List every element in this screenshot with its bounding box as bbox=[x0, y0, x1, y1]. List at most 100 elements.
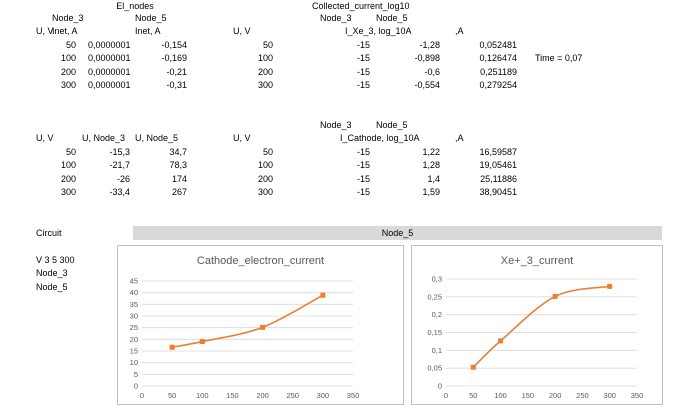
table-cell[interactable]: 0,0000001 bbox=[88, 66, 131, 78]
circuit-banner-label: Node_5 bbox=[381, 228, 414, 238]
x-tick-label: 100 bbox=[196, 391, 209, 400]
table-cell[interactable]: 100 bbox=[36, 52, 76, 64]
table-cell[interactable]: -0,6 bbox=[400, 66, 440, 78]
data-point bbox=[498, 338, 504, 344]
table1-node5-header[interactable]: Node_5 bbox=[135, 12, 167, 24]
table3-unode3-header[interactable]: U, Node_3 bbox=[82, 132, 125, 144]
table-cell[interactable]: -21,7 bbox=[82, 159, 130, 171]
table-cell[interactable]: 78,3 bbox=[135, 159, 187, 171]
table2-ixe-header[interactable]: I_Xe_3, log_10A bbox=[345, 25, 412, 37]
table-cell[interactable]: 1,22 bbox=[400, 146, 440, 158]
table-cell[interactable]: 50 bbox=[233, 39, 273, 51]
circuit-banner[interactable]: Node_5 bbox=[133, 226, 662, 240]
xe-chart[interactable]: Xe+_3_current 0 0,05 0,1 0,15 0,2 0,25 0,3 0 50 1… bbox=[411, 245, 663, 405]
table1-node3-header[interactable]: Node_3 bbox=[52, 12, 84, 24]
table-cell[interactable]: 0,0000001 bbox=[88, 52, 131, 64]
table-cell[interactable]: 200 bbox=[233, 173, 273, 185]
time-label[interactable]: Time = 0,07 bbox=[535, 52, 582, 64]
table-cell[interactable]: -15 bbox=[330, 146, 370, 158]
table3-u-header[interactable]: U, V bbox=[36, 132, 54, 144]
table-cell[interactable]: 200 bbox=[36, 173, 76, 185]
x-tick-label: 100 bbox=[494, 391, 507, 400]
table-cell[interactable]: 1,28 bbox=[400, 159, 440, 171]
table-cell[interactable]: 200 bbox=[36, 66, 76, 78]
data-point bbox=[260, 324, 266, 330]
table-cell[interactable]: 300 bbox=[233, 186, 273, 198]
table-cell[interactable]: -15 bbox=[330, 66, 370, 78]
table-cell[interactable]: -0,169 bbox=[135, 52, 187, 64]
table-cell[interactable]: 0,126474 bbox=[455, 52, 517, 64]
table-cell[interactable]: -1,28 bbox=[400, 39, 440, 51]
table-cell[interactable]: 0,279254 bbox=[455, 79, 517, 91]
y-tick-label: 0,25 bbox=[427, 292, 442, 301]
table-cell[interactable]: -0,554 bbox=[400, 79, 440, 91]
table-cell[interactable]: 50 bbox=[36, 39, 76, 51]
table-cell[interactable]: -0,21 bbox=[135, 66, 187, 78]
x-tick-label: 150 bbox=[522, 391, 535, 400]
data-point bbox=[320, 292, 326, 298]
table-cell[interactable]: 19,05461 bbox=[455, 159, 517, 171]
data-point bbox=[607, 283, 613, 289]
cathode-chart[interactable]: Cathode_electron_current 0 5 10 15 20 25 30 35 4… bbox=[117, 245, 404, 405]
table-cell[interactable]: -26 bbox=[82, 173, 130, 185]
table-cell[interactable]: 34,7 bbox=[135, 146, 187, 158]
y-tick-label: 0 bbox=[134, 382, 138, 391]
table-cell[interactable]: -15,3 bbox=[82, 146, 130, 158]
table-cell[interactable]: -0,31 bbox=[135, 79, 187, 91]
table-cell[interactable]: 1,4 bbox=[400, 173, 440, 185]
table-cell[interactable]: 50 bbox=[233, 146, 273, 158]
table-cell[interactable]: -33,4 bbox=[82, 186, 130, 198]
table-cell[interactable]: 100 bbox=[36, 159, 76, 171]
table-cell[interactable]: 0,0000001 bbox=[88, 39, 131, 51]
table-cell[interactable]: -15 bbox=[330, 173, 370, 185]
table2-a-header[interactable]: ,A bbox=[455, 25, 464, 37]
table-cell[interactable]: 0,251189 bbox=[455, 66, 517, 78]
x-tick-label: 350 bbox=[347, 391, 360, 400]
table-cell[interactable]: 38,90451 bbox=[455, 186, 517, 198]
table2-node5-header[interactable]: Node_5 bbox=[376, 12, 408, 24]
table-cell[interactable]: 0,052481 bbox=[455, 39, 517, 51]
table2-node3-header[interactable]: Node_3 bbox=[320, 12, 352, 24]
table1-u-header[interactable]: U, V bbox=[36, 25, 54, 37]
table-cell[interactable]: 267 bbox=[135, 186, 187, 198]
table4-u-header[interactable]: U, V bbox=[233, 132, 251, 144]
table-cell[interactable]: -15 bbox=[330, 159, 370, 171]
table-cell[interactable]: 50 bbox=[36, 146, 76, 158]
y-tick-label: 0,3 bbox=[432, 275, 442, 284]
table-cell[interactable]: 100 bbox=[233, 159, 273, 171]
table-cell[interactable]: -0,898 bbox=[400, 52, 440, 64]
table1-title[interactable]: El_nodes bbox=[100, 0, 170, 12]
table4-node5-header[interactable]: Node_5 bbox=[376, 119, 408, 131]
x-tick-label: 0 bbox=[444, 391, 448, 400]
table4-a-header[interactable]: ,A bbox=[455, 132, 464, 144]
table-cell[interactable]: -0,154 bbox=[135, 39, 187, 51]
table-cell[interactable]: -15 bbox=[330, 39, 370, 51]
table1-inet3-header[interactable]: Inet, A bbox=[52, 25, 78, 37]
table-cell[interactable]: 1,59 bbox=[400, 186, 440, 198]
table4-icathode-header[interactable]: I_Cathode, log_10A bbox=[340, 132, 420, 144]
y-tick-label: 10 bbox=[130, 358, 138, 367]
circuit-label[interactable]: Circuit bbox=[36, 227, 62, 239]
table-cell[interactable]: 300 bbox=[233, 79, 273, 91]
table-cell[interactable]: 100 bbox=[233, 52, 273, 64]
table3-unode5-header[interactable]: U, Node_5 bbox=[135, 132, 178, 144]
table-cell[interactable]: -15 bbox=[330, 186, 370, 198]
table2-title[interactable]: Collected_current_log10 bbox=[312, 0, 410, 12]
table-cell[interactable]: 300 bbox=[36, 79, 76, 91]
circuit-line[interactable]: Node_3 bbox=[36, 267, 68, 279]
x-tick-label: 350 bbox=[631, 391, 644, 400]
table-cell[interactable]: -15 bbox=[330, 79, 370, 91]
table2-u-header[interactable]: U, V bbox=[233, 25, 251, 37]
table1-inet5-header[interactable]: Inet, A bbox=[135, 25, 161, 37]
table-cell[interactable]: 0,0000001 bbox=[88, 79, 131, 91]
circuit-line[interactable]: Node_5 bbox=[36, 281, 68, 293]
circuit-line[interactable]: V 3 5 300 bbox=[36, 254, 75, 266]
table-cell[interactable]: 300 bbox=[36, 186, 76, 198]
table-cell[interactable]: 174 bbox=[135, 173, 187, 185]
table-cell[interactable]: 25,11886 bbox=[455, 173, 517, 185]
table-cell[interactable]: -15 bbox=[330, 52, 370, 64]
table4-node3-header[interactable]: Node_3 bbox=[320, 119, 352, 131]
y-tick-label: 40 bbox=[130, 288, 138, 297]
table-cell[interactable]: 16,59587 bbox=[455, 146, 517, 158]
table-cell[interactable]: 200 bbox=[233, 66, 273, 78]
